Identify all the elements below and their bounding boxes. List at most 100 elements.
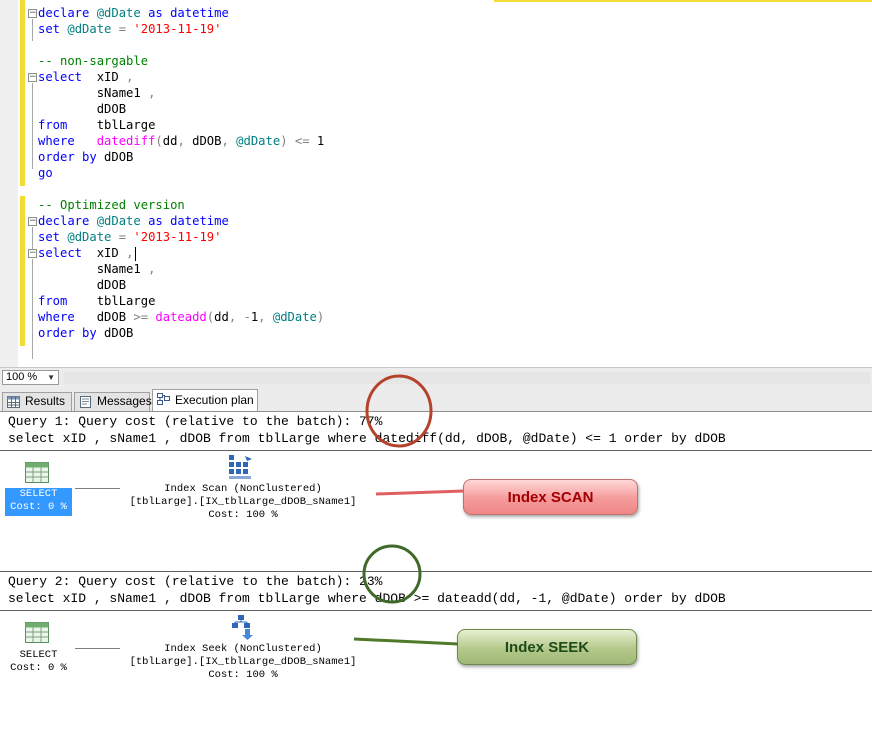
query2-separator bbox=[0, 610, 872, 611]
collapse-toggle[interactable]: − bbox=[28, 217, 37, 226]
code-token: '2013-11-19' bbox=[133, 230, 222, 244]
index-seek-icon[interactable] bbox=[228, 613, 256, 641]
collapse-toggle[interactable]: − bbox=[28, 73, 37, 82]
code-token: dd bbox=[214, 310, 229, 324]
tab-execution-plan[interactable]: Execution plan bbox=[152, 389, 258, 411]
code-token: from bbox=[38, 294, 97, 308]
code-token: datetime bbox=[170, 6, 229, 20]
code-token: select bbox=[38, 70, 97, 84]
callout-index-scan: Index SCAN bbox=[463, 479, 638, 515]
document-icon bbox=[80, 396, 91, 408]
code-token: @dDate bbox=[236, 134, 281, 148]
query1-separator bbox=[0, 450, 872, 451]
code-line: where dDOB >= dateadd(dd, -1, @dDate) bbox=[38, 309, 324, 325]
code-line: select xID , bbox=[38, 245, 137, 261]
code-token: 1 bbox=[316, 134, 325, 148]
collapse-toggle[interactable]: − bbox=[28, 249, 37, 258]
code-token: , bbox=[126, 70, 134, 84]
code-token: -- non-sargable bbox=[38, 54, 149, 68]
code-token: as bbox=[148, 214, 171, 228]
index-scan-icon[interactable] bbox=[227, 453, 255, 481]
code-line: where datediff(dd, dDOB, @dDate) <= 1 bbox=[38, 133, 324, 149]
code-token: @dDate bbox=[67, 22, 119, 36]
code-token: sName1 bbox=[38, 262, 149, 276]
code-line: declare @dDate as datetime bbox=[38, 5, 229, 21]
chevron-down-icon: ▼ bbox=[47, 373, 55, 382]
code-token: order by bbox=[38, 326, 105, 340]
code-token: = bbox=[118, 22, 134, 36]
code-line: set @dDate = '2013-11-19' bbox=[38, 229, 221, 245]
code-token: ) <= bbox=[280, 134, 317, 148]
code-token: -- Optimized version bbox=[38, 198, 185, 212]
code-token: as bbox=[148, 6, 171, 20]
callout-index-seek: Index SEEK bbox=[457, 629, 637, 665]
outline-line bbox=[32, 227, 33, 249]
table-icon bbox=[25, 622, 49, 643]
text-caret bbox=[135, 246, 137, 261]
code-token: select bbox=[38, 246, 97, 260]
code-token: datediff bbox=[96, 134, 156, 148]
code-token: declare bbox=[38, 214, 97, 228]
code-token: @dDate bbox=[272, 310, 317, 324]
code-line: from tblLarge bbox=[38, 117, 155, 133]
results-tabbar: Results Messages Execution plan bbox=[0, 387, 872, 411]
code-token: ) bbox=[316, 310, 325, 324]
code-line: go bbox=[38, 165, 53, 181]
zoom-select[interactable]: 100 % ▼ bbox=[2, 370, 59, 385]
index-seek-node-label: Index Seek (NonClustered) [tblLarge].[IX… bbox=[129, 643, 357, 681]
code-token: >= bbox=[133, 310, 156, 324]
code-token: where bbox=[38, 134, 97, 148]
tab-results[interactable]: Results bbox=[2, 392, 72, 411]
query-separator bbox=[0, 571, 872, 572]
code-token: datetime bbox=[170, 214, 229, 228]
tab-messages-label: Messages bbox=[97, 394, 152, 408]
query2-sql: select xID , sName1 , dDOB from tblLarge… bbox=[8, 591, 726, 606]
code-token: set bbox=[38, 22, 68, 36]
change-indicator-top bbox=[494, 0, 872, 2]
editor-status-strip: 100 % ▼ bbox=[0, 367, 872, 387]
code-line: -- non-sargable bbox=[38, 53, 148, 69]
code-token: dateadd bbox=[155, 310, 207, 324]
tab-results-label: Results bbox=[25, 394, 66, 408]
code-token: xID bbox=[96, 70, 127, 84]
horizontal-scrollbar[interactable] bbox=[64, 372, 870, 384]
code-token: dDOB bbox=[104, 150, 134, 164]
code-token: , bbox=[148, 262, 156, 276]
code-token: go bbox=[38, 166, 53, 180]
code-token: sName1 bbox=[38, 86, 149, 100]
grid-icon bbox=[7, 396, 20, 408]
code-token: dDOB bbox=[38, 102, 127, 116]
code-token: , bbox=[221, 134, 237, 148]
code-token: from bbox=[38, 118, 97, 132]
code-line: -- Optimized version bbox=[38, 197, 185, 213]
query-editor[interactable]: − − − − declare @dDate as datetime set @d… bbox=[0, 0, 872, 367]
code-token: , bbox=[177, 134, 193, 148]
code-token: @dDate bbox=[96, 6, 149, 20]
code-line: order by dDOB bbox=[38, 149, 133, 165]
code-token: dDOB bbox=[38, 278, 127, 292]
code-token: = bbox=[118, 230, 134, 244]
code-line: select xID , bbox=[38, 69, 133, 85]
collapse-toggle[interactable]: − bbox=[28, 9, 37, 18]
code-token: dDOB bbox=[192, 134, 222, 148]
code-token: , - bbox=[228, 310, 251, 324]
code-token: set bbox=[38, 230, 68, 244]
query1-cost-header: Query 1: Query cost (relative to the bat… bbox=[8, 414, 383, 429]
code-token: declare bbox=[38, 6, 97, 20]
code-token: tblLarge bbox=[96, 118, 156, 132]
code-token: tblLarge bbox=[96, 294, 156, 308]
query2-select-node[interactable]: SELECT Cost: 0 % bbox=[5, 649, 72, 677]
code-token: , bbox=[258, 310, 273, 324]
code-token: '2013-11-19' bbox=[133, 22, 222, 36]
plan-connector bbox=[75, 648, 120, 649]
code-token: dDOB bbox=[104, 326, 134, 340]
query1-select-node[interactable]: SELECT Cost: 0 % bbox=[5, 488, 72, 516]
code-line: dDOB bbox=[38, 277, 126, 293]
code-token: dd bbox=[162, 134, 178, 148]
code-line: from tblLarge bbox=[38, 293, 155, 309]
outline-line bbox=[32, 19, 33, 41]
code-line: sName1 , bbox=[38, 85, 156, 101]
execution-plan-icon bbox=[157, 393, 170, 405]
tab-messages[interactable]: Messages bbox=[74, 392, 152, 411]
outline-line bbox=[32, 259, 33, 359]
